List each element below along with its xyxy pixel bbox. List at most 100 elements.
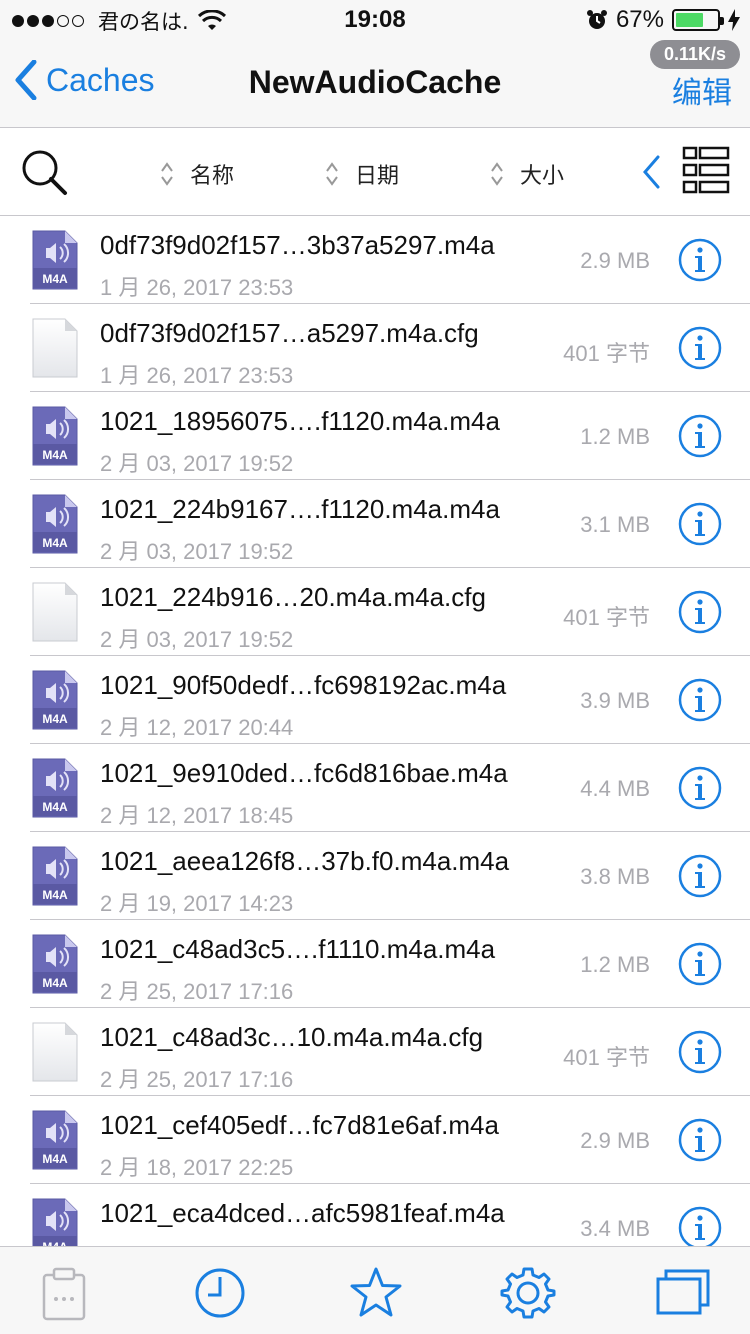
gear-icon[interactable] bbox=[500, 1265, 556, 1321]
file-size: 3.1 MB bbox=[580, 512, 650, 537]
wifi-icon bbox=[197, 10, 226, 30]
star-icon[interactable] bbox=[348, 1265, 404, 1321]
sort-name-label: 名称 bbox=[190, 164, 235, 189]
charging-icon bbox=[728, 9, 740, 31]
file-name: 1021_18956075….f1120.m4a.m4a bbox=[100, 406, 500, 436]
file-date: 1 月 26, 2017 23:53 bbox=[100, 363, 294, 388]
m4a-file-icon: M4A bbox=[32, 494, 78, 554]
edit-button[interactable]: 编辑 bbox=[672, 68, 732, 112]
file-row[interactable]: M4A 0df73f9d02f157…3b37a5297.m4a 1 月 26, … bbox=[30, 216, 750, 304]
info-icon[interactable] bbox=[678, 854, 722, 898]
file-row[interactable]: M4A 1021_18956075….f1120.m4a.m4a 2 月 03, … bbox=[30, 392, 750, 480]
file-row[interactable]: 1021_224b916…20.m4a.m4a.cfg 2 月 03, 2017 … bbox=[30, 568, 750, 656]
sort-by-size-button[interactable]: 大小 bbox=[490, 158, 564, 190]
info-icon[interactable] bbox=[678, 590, 722, 634]
svg-text:M4A: M4A bbox=[42, 272, 68, 286]
sort-arrows-icon bbox=[161, 162, 173, 186]
sort-toolbar: 名称 日期 大小 bbox=[0, 128, 750, 216]
file-name: 1021_cef405edf…fc7d81e6af.m4a bbox=[100, 1110, 499, 1140]
info-icon[interactable] bbox=[678, 1206, 722, 1246]
sort-by-date-button[interactable]: 日期 bbox=[325, 158, 399, 190]
sort-arrows-icon bbox=[491, 162, 503, 186]
file-row[interactable]: M4A 1021_224b9167….f1120.m4a.m4a 2 月 03, … bbox=[30, 480, 750, 568]
file-name: 1021_c48ad3c5….f1110.m4a.m4a bbox=[100, 934, 496, 964]
file-name: 1021_224b9167….f1120.m4a.m4a bbox=[100, 494, 500, 524]
info-icon[interactable] bbox=[678, 238, 722, 282]
info-icon[interactable] bbox=[678, 1030, 722, 1074]
svg-text:M4A: M4A bbox=[42, 448, 68, 462]
file-date: 2 月 03, 2017 19:52 bbox=[100, 627, 294, 652]
info-icon[interactable] bbox=[678, 502, 722, 546]
battery-fill bbox=[676, 13, 703, 27]
file-date: 2 月 18, 2017 22:25 bbox=[100, 1155, 294, 1180]
info-icon[interactable] bbox=[678, 414, 722, 458]
file-date: 2 月 12, 2017 18:45 bbox=[100, 803, 294, 828]
m4a-file-icon: M4A bbox=[32, 934, 78, 994]
battery-percent: 67% bbox=[615, 6, 664, 33]
network-speed-badge: 0.11K/s bbox=[649, 40, 740, 69]
sort-date-label: 日期 bbox=[355, 164, 400, 189]
clipboard-icon[interactable] bbox=[36, 1265, 92, 1321]
file-size: 1.2 MB bbox=[580, 424, 650, 449]
file-row[interactable]: M4A 1021_cef405edf…fc7d81e6af.m4a 2 月 18,… bbox=[30, 1096, 750, 1184]
info-icon[interactable] bbox=[678, 942, 722, 986]
chevron-left-icon[interactable] bbox=[640, 154, 662, 190]
file-row[interactable]: 1021_c48ad3c…10.m4a.m4a.cfg 2 月 25, 2017 … bbox=[30, 1008, 750, 1096]
nav-bar: Caches NewAudioCache 0.11K/s 编辑 bbox=[0, 40, 750, 128]
svg-text:M4A: M4A bbox=[42, 800, 68, 814]
file-date: 2 月 03, 2017 19:52 bbox=[100, 451, 294, 476]
file-date: 2 月 12, 2017 20:44 bbox=[100, 715, 294, 740]
file-date: 2 月 03, 2017 19:52 bbox=[100, 539, 294, 564]
sort-arrows-icon bbox=[326, 162, 338, 186]
file-list[interactable]: M4A 0df73f9d02f157…3b37a5297.m4a 1 月 26, … bbox=[0, 216, 750, 1246]
file-name: 0df73f9d02f157…3b37a5297.m4a bbox=[100, 230, 495, 260]
info-icon[interactable] bbox=[678, 766, 722, 810]
back-button[interactable]: Caches bbox=[14, 60, 155, 100]
file-name: 1021_9e910ded…fc6d816bae.m4a bbox=[100, 758, 508, 788]
info-icon[interactable] bbox=[678, 678, 722, 722]
document-file-icon bbox=[32, 582, 78, 642]
m4a-file-icon: M4A bbox=[32, 1198, 78, 1246]
file-name: 1021_224b916…20.m4a.m4a.cfg bbox=[100, 582, 486, 612]
file-size: 401 字节 bbox=[563, 1045, 650, 1070]
file-row[interactable]: M4A 1021_c48ad3c5….f1110.m4a.m4a 2 月 25, … bbox=[30, 920, 750, 1008]
battery-icon bbox=[672, 9, 724, 31]
file-size: 401 字节 bbox=[563, 341, 650, 366]
file-row[interactable]: 0df73f9d02f157…a5297.m4a.cfg 1 月 26, 2017… bbox=[30, 304, 750, 392]
m4a-file-icon: M4A bbox=[32, 230, 78, 290]
document-file-icon bbox=[32, 1022, 78, 1082]
search-icon[interactable] bbox=[20, 148, 68, 196]
svg-text:M4A: M4A bbox=[42, 536, 68, 550]
file-size: 3.8 MB bbox=[580, 864, 650, 889]
signal-icon bbox=[12, 15, 84, 27]
file-date: 2 月 19, 2017 14:23 bbox=[100, 891, 294, 916]
file-row[interactable]: M4A 1021_9e910ded…fc6d816bae.m4a 2 月 12, … bbox=[30, 744, 750, 832]
file-name: 1021_eca4dced…afc5981feaf.m4a bbox=[100, 1198, 505, 1228]
m4a-file-icon: M4A bbox=[32, 1110, 78, 1170]
info-icon[interactable] bbox=[678, 1118, 722, 1162]
file-date: 2 月 25, 2017 17:16 bbox=[100, 1067, 294, 1092]
file-row[interactable]: M4A 1021_eca4dced…afc5981feaf.m4a 3.4 MB bbox=[30, 1184, 750, 1246]
file-name: 0df73f9d02f157…a5297.m4a.cfg bbox=[100, 318, 479, 348]
svg-text:M4A: M4A bbox=[42, 888, 68, 902]
status-right: 67% bbox=[586, 6, 740, 34]
file-row[interactable]: M4A 1021_aeea126f8…37b.f0.m4a.m4a 2 月 19,… bbox=[30, 832, 750, 920]
file-size: 401 字节 bbox=[563, 605, 650, 630]
m4a-file-icon: M4A bbox=[32, 846, 78, 906]
clock-icon[interactable] bbox=[192, 1265, 248, 1321]
file-size: 1.2 MB bbox=[580, 952, 650, 977]
tab-bar bbox=[0, 1246, 750, 1334]
sort-by-name-button[interactable]: 名称 bbox=[160, 158, 234, 190]
carrier-name: 君の名は. bbox=[98, 10, 189, 34]
info-icon[interactable] bbox=[678, 326, 722, 370]
back-label: Caches bbox=[46, 61, 155, 98]
file-name: 1021_aeea126f8…37b.f0.m4a.m4a bbox=[100, 846, 510, 876]
m4a-file-icon: M4A bbox=[32, 406, 78, 466]
file-size: 4.4 MB bbox=[580, 776, 650, 801]
windows-icon[interactable] bbox=[656, 1265, 712, 1321]
svg-text:M4A: M4A bbox=[42, 976, 68, 990]
status-bar: 君の名は. 19:08 67% bbox=[0, 0, 750, 40]
file-row[interactable]: M4A 1021_90f50dedf…fc698192ac.m4a 2 月 12,… bbox=[30, 656, 750, 744]
list-view-icon[interactable] bbox=[682, 146, 730, 194]
m4a-file-icon: M4A bbox=[32, 670, 78, 730]
